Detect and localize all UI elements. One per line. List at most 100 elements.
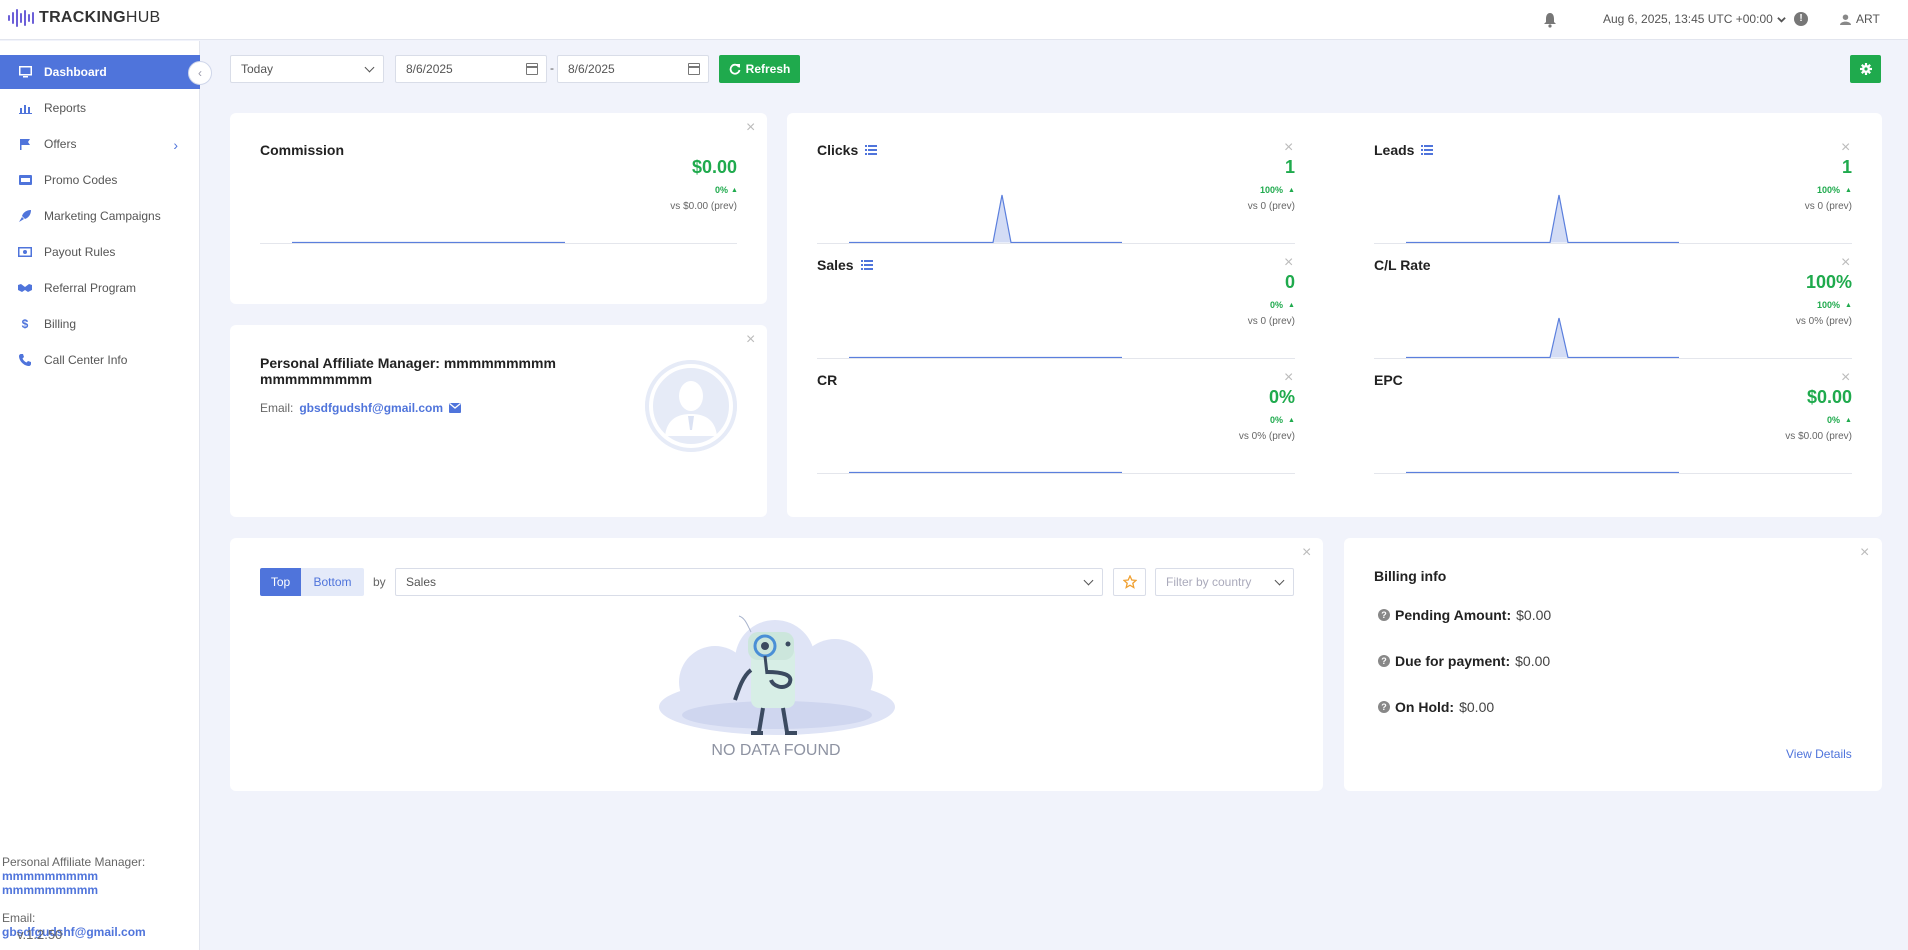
close-icon[interactable]: × xyxy=(1284,255,1293,271)
commission-title: Commission xyxy=(260,142,345,158)
sidebar-item-dashboard[interactable]: Dashboard xyxy=(0,55,200,89)
manager-name-line-2: mmmmmmmmm xyxy=(2,883,99,897)
question-icon[interactable]: ? xyxy=(1378,655,1390,667)
view-details-link[interactable]: View Details xyxy=(1786,747,1852,761)
question-icon[interactable]: ? xyxy=(1378,701,1390,713)
divider xyxy=(1374,358,1852,359)
list-icon[interactable] xyxy=(1421,145,1434,155)
sidebar-item-call-center-info[interactable]: Call Center Info xyxy=(0,343,200,377)
refresh-label: Refresh xyxy=(745,62,791,76)
divider xyxy=(817,358,1295,359)
date-from-value: 8/6/2025 xyxy=(406,62,453,76)
date-to-input[interactable]: 8/6/2025 xyxy=(557,55,709,83)
leads-title: Leads xyxy=(1374,142,1434,158)
user-name: ART xyxy=(1856,12,1880,26)
arrow-up-icon: ▲ xyxy=(1845,187,1852,194)
cl-rate-change-pct: 100% xyxy=(1816,300,1840,310)
sales-prev: vs 0 (prev) xyxy=(1247,316,1295,327)
sales-sparkline xyxy=(849,356,1122,358)
cl-rate-value: 100% xyxy=(1805,272,1852,292)
clicks-title: Clicks xyxy=(817,142,878,158)
period-select[interactable]: Today xyxy=(230,55,384,83)
close-icon[interactable]: × xyxy=(1841,370,1850,386)
clicks-change-pct: 100% xyxy=(1259,185,1283,195)
logo-text: TRACKINGHUB xyxy=(39,9,161,26)
list-icon[interactable] xyxy=(860,260,873,270)
sidebar-item-marketing-campaigns[interactable]: Marketing Campaigns xyxy=(0,199,200,233)
close-icon[interactable]: × xyxy=(1841,140,1850,156)
phone-icon xyxy=(18,353,32,367)
cr-title: CR xyxy=(817,372,838,388)
sidebar-item-label: Call Center Info xyxy=(44,353,128,367)
tab-bottom[interactable]: Bottom xyxy=(301,568,364,596)
sidebar-item-billing[interactable]: $ Billing xyxy=(0,307,200,341)
cl-rate-sparkline xyxy=(1406,317,1679,358)
no-data-illustration xyxy=(659,615,895,735)
question-icon[interactable]: ? xyxy=(1378,609,1390,621)
chevron-down-icon xyxy=(1083,575,1094,586)
close-icon[interactable]: × xyxy=(1284,140,1293,156)
close-icon[interactable]: × xyxy=(1841,255,1850,271)
close-icon[interactable]: × xyxy=(1860,545,1869,561)
rocket-icon xyxy=(18,209,32,223)
sidebar-item-referral-program[interactable]: Referral Program xyxy=(0,271,200,305)
epc-change-pct: 0% xyxy=(1826,415,1840,425)
money-icon xyxy=(18,245,32,259)
commission-sparkline xyxy=(292,241,565,243)
info-icon[interactable]: ! xyxy=(1794,12,1808,26)
close-icon[interactable]: × xyxy=(1284,370,1293,386)
country-filter-select[interactable]: Filter by country xyxy=(1155,568,1294,596)
sidebar-item-label: Reports xyxy=(44,101,87,115)
chevron-down-icon xyxy=(1777,16,1786,23)
manager-email-link[interactable]: gbsdfgudshf@gmail.com xyxy=(299,401,443,415)
metric-select[interactable]: Sales xyxy=(395,568,1103,596)
sidebar-item-label: Billing xyxy=(44,317,77,331)
epc-prev: vs $0.00 (prev) xyxy=(1785,431,1852,442)
email-label: Email: xyxy=(2,911,36,925)
favorite-button[interactable] xyxy=(1113,568,1146,596)
manager-avatar xyxy=(645,360,737,452)
epc-value: $0.00 xyxy=(1806,387,1852,407)
close-icon[interactable]: × xyxy=(746,332,755,348)
tab-top[interactable]: Top xyxy=(260,568,301,596)
email-label: Email: xyxy=(260,401,294,415)
leads-sparkline xyxy=(1406,194,1679,243)
calendar-icon[interactable] xyxy=(688,63,700,75)
date-to-value: 8/6/2025 xyxy=(568,62,615,76)
settings-button[interactable] xyxy=(1850,55,1881,83)
chevron-down-icon xyxy=(364,62,375,73)
bell-icon[interactable] xyxy=(1543,12,1557,28)
sidebar-item-payout-rules[interactable]: Payout Rules xyxy=(0,235,200,269)
logo[interactable]: TRACKINGHUB xyxy=(8,8,161,28)
close-icon[interactable]: × xyxy=(1302,545,1311,561)
ticket-icon xyxy=(18,173,32,187)
on-hold-row: ? On Hold: $0.00 xyxy=(1378,699,1494,715)
cr-change-pct: 0% xyxy=(1269,415,1283,425)
calendar-icon[interactable] xyxy=(526,63,538,75)
close-icon[interactable]: × xyxy=(746,120,755,136)
chevron-right-icon: › xyxy=(173,137,178,153)
sidebar-item-offers[interactable]: Offers › xyxy=(0,127,200,161)
logo-waveform-icon xyxy=(8,9,34,27)
dollar-icon: $ xyxy=(21,317,29,331)
sidebar-item-promo-codes[interactable]: Promo Codes xyxy=(0,163,200,197)
datetime-text: Aug 6, 2025, 13:45 UTC +00:00 xyxy=(1603,12,1773,26)
sidebar-item-label: Offers xyxy=(44,137,77,151)
arrow-up-icon: ▲ xyxy=(1845,417,1852,424)
clicks-value: 1 xyxy=(1284,157,1295,177)
date-from-input[interactable]: 8/6/2025 xyxy=(395,55,547,83)
refresh-button[interactable]: Refresh xyxy=(719,55,800,83)
arrow-up-icon: ▲ xyxy=(1288,187,1295,194)
hold-label: On Hold: xyxy=(1395,699,1455,715)
sidebar-item-reports[interactable]: Reports xyxy=(0,91,200,125)
bar-chart-icon xyxy=(18,101,32,115)
envelope-icon[interactable] xyxy=(449,403,462,413)
datetime-dropdown[interactable]: Aug 6, 2025, 13:45 UTC +00:00 xyxy=(1603,12,1786,26)
arrow-up-icon: ▲ xyxy=(731,187,738,194)
country-filter-placeholder: Filter by country xyxy=(1166,575,1252,589)
user-menu[interactable]: ART xyxy=(1840,12,1880,26)
divider xyxy=(817,473,1295,474)
sidebar-collapse-button[interactable]: ‹ xyxy=(188,61,212,85)
list-icon[interactable] xyxy=(865,145,878,155)
cl-rate-title: C/L Rate xyxy=(1374,257,1431,273)
